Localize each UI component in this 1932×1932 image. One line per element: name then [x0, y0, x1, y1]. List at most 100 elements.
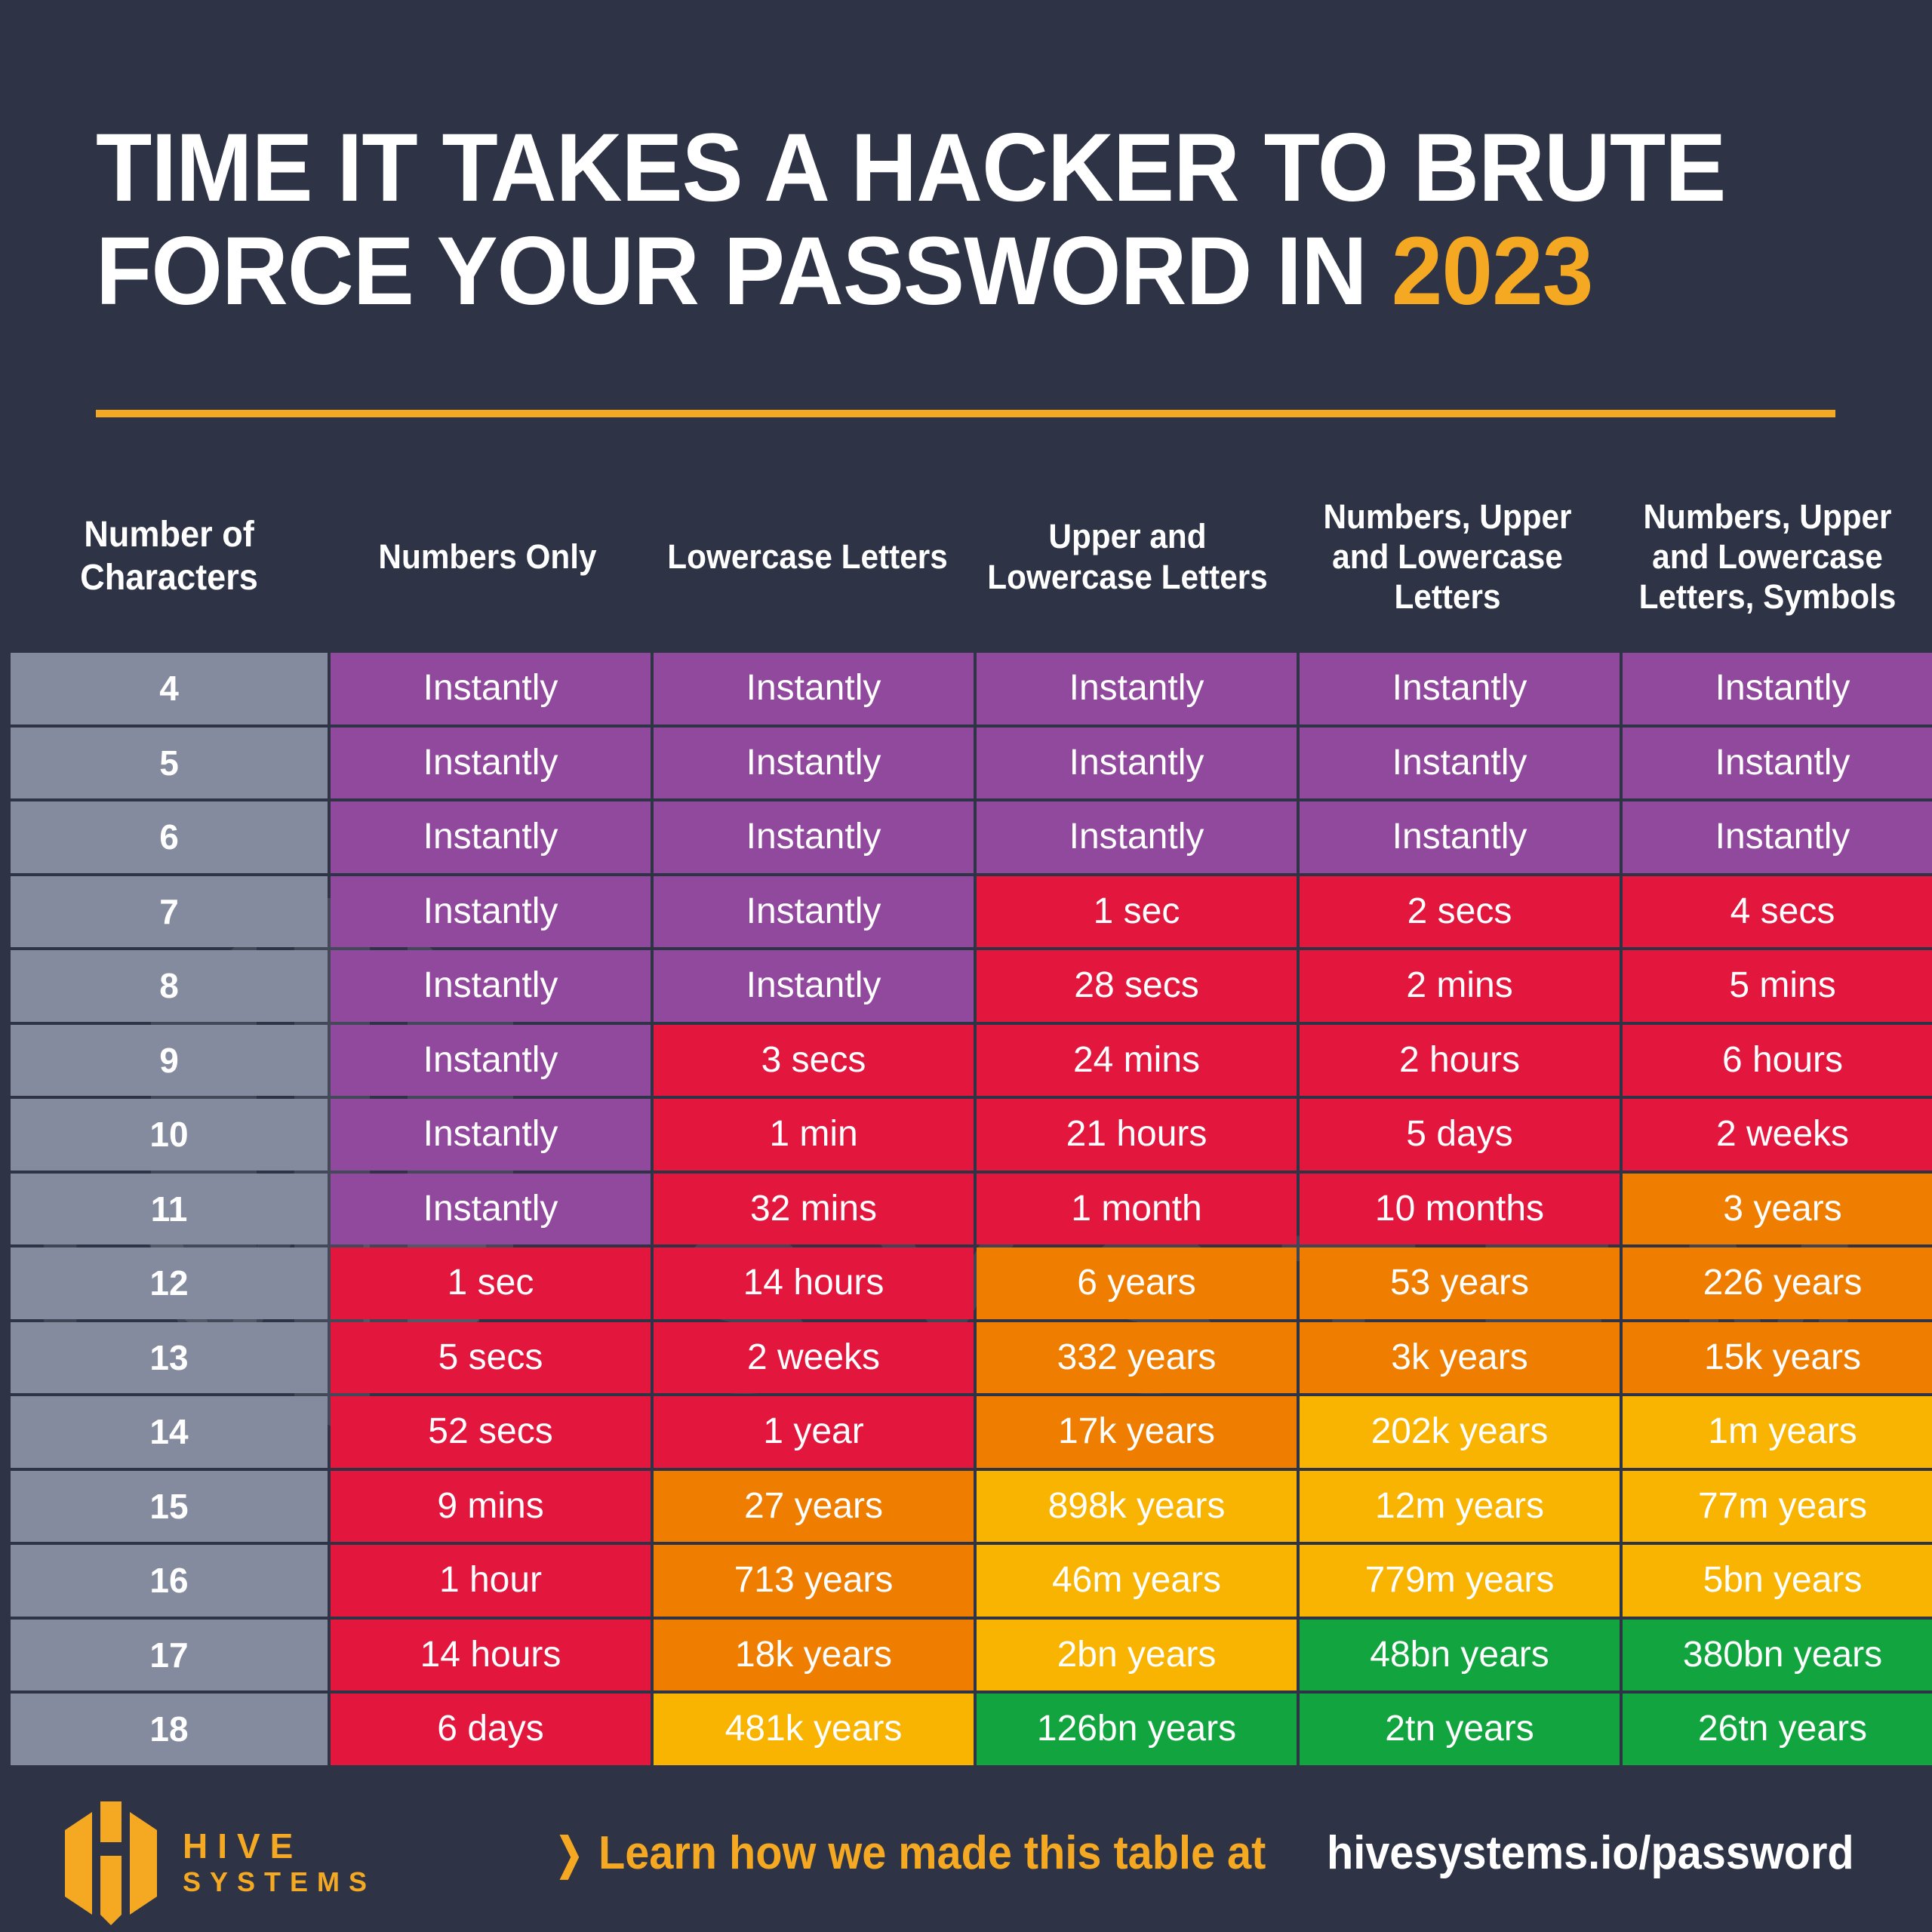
- column-header-numbers-only: Numbers Only: [378, 537, 597, 576]
- table-cell-crack-time: 6 days: [331, 1694, 651, 1765]
- table-cell-crack-time: 21 hours: [977, 1099, 1297, 1171]
- table-cell-crack-time: 6 hours: [1623, 1024, 1932, 1096]
- column-header-upper-and-lowercase-letters: Upper and Lowercase Letters: [987, 517, 1268, 596]
- row-header-character-count: 12: [11, 1247, 328, 1319]
- table-cell-crack-time: 3k years: [1300, 1321, 1620, 1393]
- table-cell-crack-time: Instantly: [1623, 727, 1932, 798]
- table-cell-crack-time: 24 mins: [977, 1024, 1297, 1096]
- table-cell-crack-time: 6 years: [977, 1247, 1297, 1319]
- table-cell-crack-time: 713 years: [654, 1545, 974, 1617]
- table-cell-crack-time: 17k years: [977, 1396, 1297, 1468]
- table-cell-crack-time: 12m years: [1300, 1470, 1620, 1542]
- table-cell-crack-time: 14 hours: [654, 1247, 974, 1319]
- table-cell-crack-time: Instantly: [331, 875, 651, 947]
- table-cell-crack-time: Instantly: [654, 653, 974, 724]
- table-cell-crack-time: 380bn years: [1623, 1619, 1932, 1690]
- table-cell-crack-time: 46m years: [977, 1545, 1297, 1617]
- table-cell-crack-time: Instantly: [331, 727, 651, 798]
- table-cell-crack-time: 126bn years: [977, 1694, 1297, 1765]
- table-cell-crack-time: 53 years: [1300, 1247, 1620, 1319]
- footer-call-to-action[interactable]: ❯ Learn how we made this table at hivesy…: [551, 1826, 1894, 1880]
- table-row: 11 Instantly 32 mins 1 month 10 months 3 year…: [11, 1173, 1932, 1244]
- row-header-character-count: 11: [11, 1173, 328, 1244]
- table-cell-crack-time: Instantly: [1300, 653, 1620, 724]
- logo-wordmark: HIVE SYSTEMS: [183, 1828, 376, 1898]
- table-cell-crack-time: 1 min: [654, 1099, 974, 1171]
- table-cell-crack-time: 1 hour: [331, 1545, 651, 1617]
- table-cell-crack-time: 18k years: [654, 1619, 974, 1690]
- table-row: 16 1 hour 713 years 46m years 779m years 5bn …: [11, 1545, 1932, 1617]
- row-header-character-count: 7: [11, 875, 328, 947]
- table-cell-crack-time: 28 secs: [977, 950, 1297, 1022]
- table-cell-crack-time: 2 secs: [1300, 875, 1620, 947]
- column-header-numbers-upper-lowercase-letters: Numbers, Upper and Lowercase Letters: [1323, 497, 1572, 617]
- table-row: 6 Instantly Instantly Instantly Instantly Ins…: [11, 801, 1932, 873]
- table-cell-crack-time: Instantly: [331, 653, 651, 724]
- table-cell-crack-time: 4 secs: [1623, 875, 1932, 947]
- table-cell-crack-time: Instantly: [654, 950, 974, 1022]
- table-row: 10 Instantly 1 min 21 hours 5 days 2 weeks: [11, 1099, 1932, 1171]
- table-cell-crack-time: Instantly: [1300, 727, 1620, 798]
- table-row: 15 9 mins 27 years 898k years 12m years 77m y…: [11, 1470, 1932, 1542]
- table-row: 8 Instantly Instantly 28 secs 2 mins 5 mins: [11, 950, 1932, 1022]
- table-cell-crack-time: Instantly: [654, 875, 974, 947]
- table-cell-crack-time: 2 weeks: [654, 1321, 974, 1393]
- table-cell-crack-time: 779m years: [1300, 1545, 1620, 1617]
- title-line-1: TIME IT TAKES A HACKER TO BRUTE: [96, 114, 1726, 222]
- row-header-character-count: 4: [11, 653, 328, 724]
- table-cell-crack-time: Instantly: [977, 727, 1297, 798]
- row-header-character-count: 8: [11, 950, 328, 1022]
- table-row: 12 1 sec 14 hours 6 years 53 years 226 years: [11, 1247, 1932, 1319]
- table-cell-crack-time: 5 secs: [331, 1321, 651, 1393]
- table-body: 4 Instantly Instantly Instantly Instantly Ins…: [11, 653, 1932, 1765]
- column-header-number-of-characters: Number of Characters: [80, 514, 258, 598]
- table-row: 17 14 hours 18k years 2bn years 48bn years 38…: [11, 1619, 1932, 1690]
- table-row: 13 5 secs 2 weeks 332 years 3k years 15k year…: [11, 1321, 1932, 1393]
- table-cell-crack-time: 27 years: [654, 1470, 974, 1542]
- table-cell-crack-time: 2 hours: [1300, 1024, 1620, 1096]
- table-cell-crack-time: Instantly: [977, 801, 1297, 873]
- title-line-2-text: FORCE YOUR PASSWORD IN: [96, 217, 1392, 325]
- hive-systems-logo[interactable]: HIVE SYSTEMS: [59, 1800, 376, 1927]
- row-header-character-count: 18: [11, 1694, 328, 1765]
- table-cell-crack-time: 5bn years: [1623, 1545, 1932, 1617]
- infographic-poster: TIME IT TAKES A HACKER TO BRUTE FORCE YO…: [0, 0, 1932, 1932]
- table-cell-crack-time: 481k years: [654, 1694, 974, 1765]
- table-cell-crack-time: 332 years: [977, 1321, 1297, 1393]
- table-cell-crack-time: 898k years: [977, 1470, 1297, 1542]
- table-cell-crack-time: Instantly: [1300, 801, 1620, 873]
- row-header-character-count: 6: [11, 801, 328, 873]
- row-header-character-count: 14: [11, 1396, 328, 1468]
- table-cell-crack-time: 2tn years: [1300, 1694, 1620, 1765]
- title-divider-rule: [96, 410, 1835, 417]
- chevron-right-icon: ❯: [555, 1829, 583, 1878]
- table-cell-crack-time: Instantly: [331, 950, 651, 1022]
- logo-text-hive: HIVE: [183, 1826, 303, 1866]
- row-header-character-count: 16: [11, 1545, 328, 1617]
- table-cell-crack-time: Instantly: [331, 1099, 651, 1171]
- table-cell-crack-time: 15k years: [1623, 1321, 1932, 1393]
- table-cell-crack-time: 1 sec: [977, 875, 1297, 947]
- table-cell-crack-time: 226 years: [1623, 1247, 1932, 1319]
- table-cell-crack-time: 9 mins: [331, 1470, 651, 1542]
- table-cell-crack-time: Instantly: [654, 801, 974, 873]
- table-cell-crack-time: Instantly: [977, 653, 1297, 724]
- table-cell-crack-time: Instantly: [654, 727, 974, 798]
- table-header-row: Number of Characters Numbers Only Lowerc…: [11, 460, 1927, 653]
- table-cell-crack-time: 3 years: [1623, 1173, 1932, 1244]
- table-cell-crack-time: 14 hours: [331, 1619, 651, 1690]
- footer-cta-url[interactable]: hivesystems.io/password: [1327, 1826, 1854, 1880]
- table-cell-crack-time: 77m years: [1623, 1470, 1932, 1542]
- table-row: 7 Instantly Instantly 1 sec 2 secs 4 secs: [11, 875, 1932, 947]
- table-cell-crack-time: 2 weeks: [1623, 1099, 1932, 1171]
- password-crack-time-table: Number of Characters Numbers Only Lowerc…: [11, 460, 1932, 1768]
- footer-cta-label: Learn how we made this table at: [598, 1827, 1266, 1879]
- table-cell-crack-time: 5 mins: [1623, 950, 1932, 1022]
- table-cell-crack-time: Instantly: [1623, 801, 1932, 873]
- table-cell-crack-time: 3 secs: [654, 1024, 974, 1096]
- title-year: 2023: [1391, 217, 1594, 325]
- title-line-2: FORCE YOUR PASSWORD IN 2023: [96, 220, 1752, 324]
- table-cell-crack-time: 202k years: [1300, 1396, 1620, 1468]
- table-cell-crack-time: 32 mins: [654, 1173, 974, 1244]
- table-cell-crack-time: 1 year: [654, 1396, 974, 1468]
